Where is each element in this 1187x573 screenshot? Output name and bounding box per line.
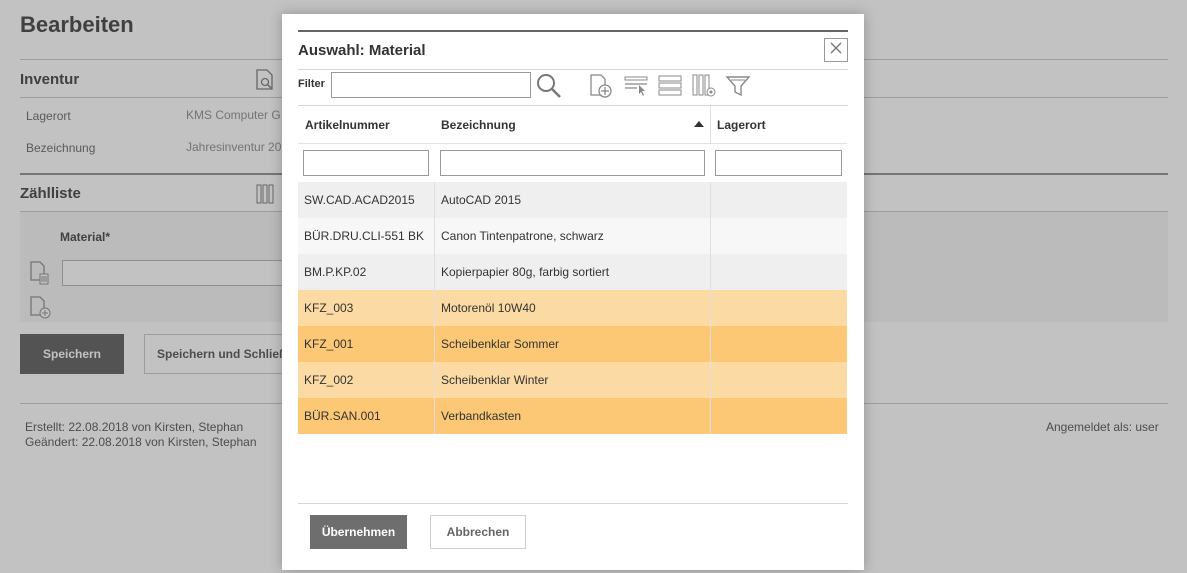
column-divider: [434, 218, 435, 254]
cell-artikelnummer: KFZ_003: [304, 301, 354, 315]
column-header-bezeichnung[interactable]: Bezeichnung: [434, 106, 710, 144]
close-button[interactable]: [824, 38, 848, 62]
material-selection-dialog: Auswahl: Material Filter Artikelnummer B…: [282, 14, 864, 570]
cell-lagerort: [711, 254, 847, 290]
cell-lagerort: [711, 290, 847, 326]
filter-label: Filter: [298, 78, 325, 90]
cell-lagerort: [711, 182, 847, 218]
table-row[interactable]: KFZ_001 Scheibenklar Sommer: [298, 326, 847, 362]
column-divider: [710, 106, 711, 144]
column-divider: [710, 182, 711, 218]
search-icon[interactable]: [535, 72, 563, 100]
divider: [298, 503, 848, 504]
cell-artikelnummer: KFZ_002: [304, 373, 354, 387]
cell-artikelnummer: KFZ_001: [304, 337, 354, 351]
add-document-icon[interactable]: [587, 72, 615, 100]
filter-input-artikelnummer[interactable]: [303, 150, 429, 176]
cell-bezeichnung: Verbandkasten: [441, 409, 522, 423]
column-divider: [710, 398, 711, 434]
table-row[interactable]: BM.P.KP.02 Kopierpapier 80g, farbig sort…: [298, 254, 847, 290]
dialog-title: Auswahl: Material: [298, 42, 426, 59]
table-row[interactable]: BÜR.SAN.001 Verbandkasten: [298, 398, 847, 434]
apply-button[interactable]: Übernehmen: [310, 515, 407, 549]
cell-artikelnummer: BM.P.KP.02: [304, 265, 367, 279]
table-row[interactable]: KFZ_002 Scheibenklar Winter: [298, 362, 847, 398]
table-header: Artikelnummer Bezeichnung Lagerort: [298, 106, 847, 144]
funnel-filter-icon[interactable]: [724, 72, 752, 100]
cell-bezeichnung: Canon Tintenpatrone, schwarz: [441, 229, 604, 243]
cell-bezeichnung: Scheibenklar Sommer: [441, 337, 560, 351]
column-header-lagerort[interactable]: Lagerort: [710, 106, 847, 144]
column-settings-icon[interactable]: [690, 72, 718, 100]
cell-lagerort: [711, 326, 847, 362]
column-divider: [434, 326, 435, 362]
column-header-label: Bezeichnung: [441, 118, 516, 132]
column-divider: [710, 290, 711, 326]
cell-artikelnummer: BÜR.DRU.CLI-551 BK: [304, 229, 425, 243]
sort-ascending-icon: [694, 116, 704, 130]
column-divider: [710, 254, 711, 290]
select-rows-icon[interactable]: [622, 72, 650, 100]
column-filter-row: [298, 144, 847, 182]
table-row[interactable]: BÜR.DRU.CLI-551 BK Canon Tintenpatrone, …: [298, 218, 847, 254]
filter-input[interactable]: [331, 72, 531, 98]
cell-bezeichnung: Kopierpapier 80g, farbig sortiert: [441, 265, 610, 279]
table-row[interactable]: KFZ_003 Motorenöl 10W40: [298, 290, 847, 326]
column-divider: [434, 182, 435, 218]
filter-input-lagerort[interactable]: [715, 150, 842, 176]
column-divider: [710, 326, 711, 362]
cell-bezeichnung: Scheibenklar Winter: [441, 373, 549, 387]
column-divider: [434, 254, 435, 290]
column-divider: [434, 290, 435, 326]
page: Bearbeiten Inventur Lagerort KMS Compute…: [0, 0, 1187, 573]
dialog-top-border: [298, 30, 848, 32]
column-divider: [710, 218, 711, 254]
list-view-icon[interactable]: [656, 72, 684, 100]
column-header-artikelnummer[interactable]: Artikelnummer: [298, 106, 434, 144]
cell-lagerort: [711, 398, 847, 434]
cell-artikelnummer: SW.CAD.ACAD2015: [304, 193, 415, 207]
table-row[interactable]: SW.CAD.ACAD2015 AutoCAD 2015: [298, 182, 847, 218]
table-body: SW.CAD.ACAD2015 AutoCAD 2015 BÜR.DRU.CLI…: [298, 182, 847, 434]
column-divider: [434, 362, 435, 398]
cell-artikelnummer: BÜR.SAN.001: [304, 409, 381, 423]
filter-input-bezeichnung[interactable]: [440, 150, 705, 176]
divider: [298, 69, 848, 70]
cell-lagerort: [711, 218, 847, 254]
column-divider: [434, 398, 435, 434]
cell-lagerort: [711, 362, 847, 398]
column-divider: [710, 362, 711, 398]
close-icon: [830, 41, 842, 59]
cell-bezeichnung: AutoCAD 2015: [441, 193, 522, 207]
cell-bezeichnung: Motorenöl 10W40: [441, 301, 536, 315]
cancel-button[interactable]: Abbrechen: [430, 515, 526, 549]
